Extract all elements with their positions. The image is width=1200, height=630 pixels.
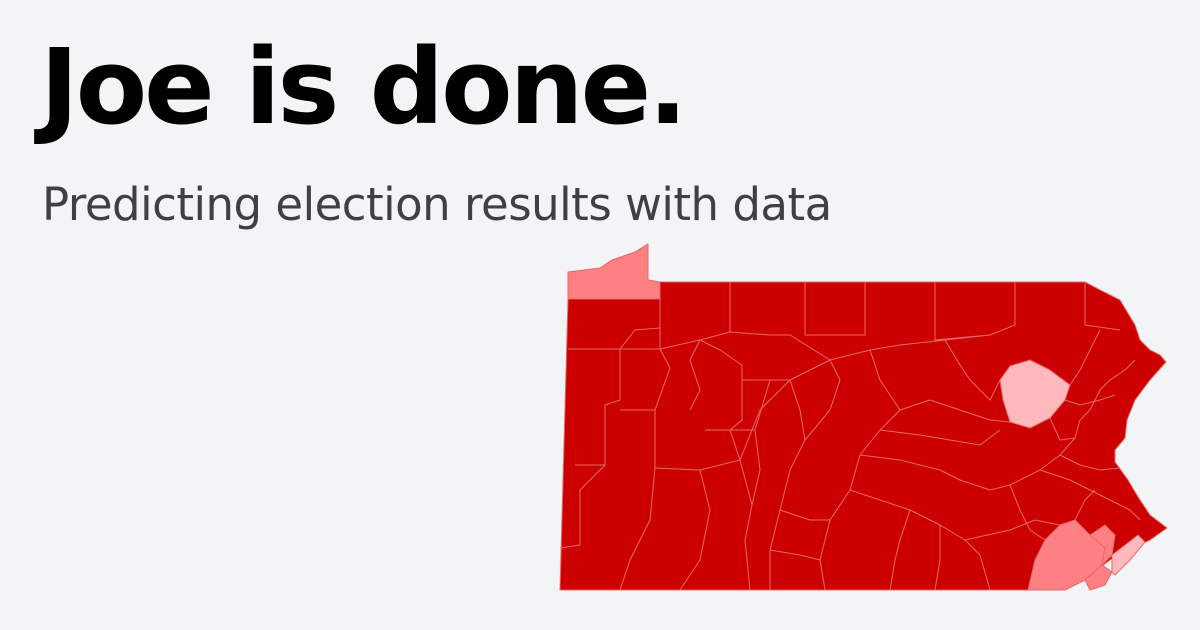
subtitle: Predicting election results with data	[42, 178, 832, 231]
pennsylvania-county-map	[559, 243, 1168, 591]
headline: Joe is done.	[40, 26, 688, 148]
county-erie	[567, 243, 661, 300]
